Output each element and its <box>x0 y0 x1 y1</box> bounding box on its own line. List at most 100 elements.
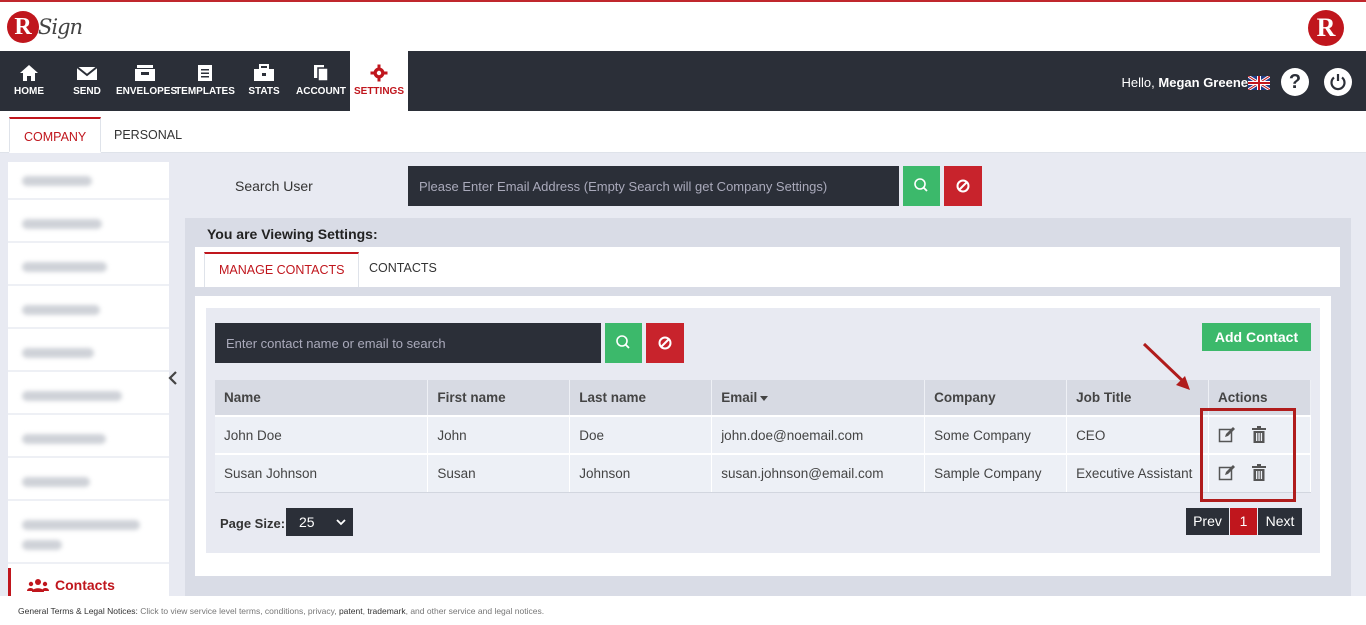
settings-sidebar: Contacts <box>8 162 169 596</box>
search-icon <box>616 335 630 349</box>
sort-desc-icon <box>760 395 769 401</box>
sidebar-item-contacts[interactable]: Contacts <box>8 568 169 596</box>
cell-name: John Doe <box>215 415 429 455</box>
legal-notice: General Terms & Legal Notices: Click to … <box>18 606 544 616</box>
annotation-arrow-icon <box>1142 342 1190 390</box>
legal-text-end: , and other service and legal notices. <box>405 606 545 616</box>
cell-job-title: Executive Assistant <box>1066 453 1209 493</box>
patent-link[interactable]: patent <box>339 606 363 616</box>
nav-home-label: HOME <box>14 86 44 97</box>
nav-home[interactable]: HOME <box>0 51 58 111</box>
logout-button[interactable] <box>1324 68 1352 96</box>
greeting-text: Hello, <box>1121 75 1155 90</box>
gear-icon <box>370 64 388 82</box>
legal-comma: , <box>362 606 365 616</box>
nav-account-label: ACCOUNT <box>296 86 346 97</box>
page-size-label: Page Size: <box>220 516 286 531</box>
clear-contact-search-button[interactable] <box>646 323 684 363</box>
current-page-button[interactable]: 1 <box>1230 508 1257 535</box>
prev-page-button[interactable]: Prev <box>1186 508 1229 535</box>
cell-last-name: Doe <box>569 415 713 455</box>
cell-email: susan.johnson@email.com <box>711 453 926 493</box>
col-first-name[interactable]: First name <box>427 380 571 416</box>
cell-first-name: Susan <box>427 453 571 493</box>
envelopes-icon <box>135 65 155 81</box>
user-greeting: Hello, Megan Greene <box>1122 75 1248 90</box>
contact-search-button[interactable] <box>605 323 642 363</box>
search-user-label: Search User <box>235 178 313 194</box>
sidebar-item[interactable] <box>8 205 169 243</box>
add-contact-button[interactable]: Add Contact <box>1202 323 1311 351</box>
user-name: Megan Greene <box>1158 75 1248 90</box>
sidebar-item[interactable] <box>8 291 169 329</box>
sidebar-item[interactable] <box>8 334 169 372</box>
collapse-sidebar-icon[interactable] <box>167 370 179 386</box>
table-row: Susan Johnson Susan Johnson susan.johnso… <box>215 453 1312 493</box>
table-row: John Doe John Doe john.doe@noemail.com S… <box>215 415 1312 455</box>
help-button[interactable]: ? <box>1281 68 1309 96</box>
search-icon <box>914 178 928 192</box>
logo-r-mark: R <box>7 11 39 43</box>
logo-wordmark: Sign <box>38 15 83 39</box>
chevron-down-icon <box>336 519 346 526</box>
sidebar-contacts-label: Contacts <box>55 577 115 593</box>
nav-envelopes-label: ENVELOPES <box>116 86 178 97</box>
page-size-value: 25 <box>299 514 315 530</box>
nav-settings[interactable]: SETTINGS <box>350 51 408 111</box>
col-name[interactable]: Name <box>215 380 429 416</box>
sidebar-item[interactable] <box>8 506 169 564</box>
legal-text: Click to view service level terms, condi… <box>140 606 337 616</box>
footer: General Terms & Legal Notices: Click to … <box>0 596 1366 625</box>
search-user-button[interactable] <box>903 166 940 206</box>
sidebar-item[interactable] <box>8 248 169 286</box>
next-page-button[interactable]: Next <box>1258 508 1302 535</box>
main-navbar: HOME SEND ENVELOPES TEMPLATES STATS ACCO… <box>0 51 1366 111</box>
nav-stats-label: STATS <box>248 86 280 97</box>
cell-last-name: Johnson <box>569 453 713 493</box>
contact-search-input[interactable] <box>215 323 601 363</box>
sidebar-item[interactable] <box>8 377 169 415</box>
templates-icon <box>198 65 212 81</box>
uk-flag-icon[interactable] <box>1248 76 1270 90</box>
cell-name: Susan Johnson <box>215 453 429 493</box>
brand-bar: R Sign R <box>0 0 1366 51</box>
contacts-tabs: MANAGE CONTACTS CONTACTS <box>195 247 1340 287</box>
col-email[interactable]: Email <box>711 380 926 416</box>
sidebar-item[interactable] <box>8 420 169 458</box>
tab-contacts[interactable]: CONTACTS <box>355 252 451 287</box>
search-user-input[interactable] <box>408 166 899 206</box>
tab-company[interactable]: COMPANY <box>9 117 102 153</box>
tab-personal[interactable]: PERSONAL <box>100 117 196 153</box>
cell-job-title: CEO <box>1066 415 1209 455</box>
col-email-label: Email <box>721 390 758 405</box>
cell-company: Some Company <box>924 415 1068 455</box>
page-size-select[interactable]: 25 <box>286 508 353 536</box>
envelope-icon <box>76 66 98 80</box>
sidebar-item[interactable] <box>8 162 169 200</box>
nav-envelopes[interactable]: ENVELOPES <box>116 51 178 111</box>
col-company[interactable]: Company <box>924 380 1068 416</box>
tab-manage-contacts[interactable]: MANAGE CONTACTS <box>204 252 360 287</box>
clear-search-user-button[interactable] <box>944 166 982 206</box>
settings-tabs: COMPANY PERSONAL <box>0 111 1366 153</box>
power-icon <box>1330 74 1346 91</box>
nav-stats[interactable]: STATS <box>237 51 291 111</box>
viewing-settings-panel: You are Viewing Settings: MANAGE CONTACT… <box>185 218 1351 596</box>
nav-settings-label: SETTINGS <box>353 86 404 97</box>
sidebar-item[interactable] <box>8 463 169 501</box>
manage-contacts-body: Add Contact Name First name Last name Em… <box>195 296 1331 576</box>
clear-icon <box>956 179 970 193</box>
rpost-logo: R <box>1308 10 1344 46</box>
trademark-link[interactable]: trademark <box>367 606 405 616</box>
nav-templates[interactable]: TEMPLATES <box>175 51 235 111</box>
cell-first-name: John <box>427 415 571 455</box>
col-last-name[interactable]: Last name <box>569 380 713 416</box>
rsign-logo[interactable]: R Sign <box>7 9 87 49</box>
cell-company: Sample Company <box>924 453 1068 493</box>
annotation-highlight-box <box>1200 408 1296 502</box>
account-icon <box>314 65 329 82</box>
nav-account[interactable]: ACCOUNT <box>293 51 349 111</box>
cell-email: john.doe@noemail.com <box>711 415 926 455</box>
clear-icon <box>658 336 672 350</box>
nav-send[interactable]: SEND <box>58 51 116 111</box>
